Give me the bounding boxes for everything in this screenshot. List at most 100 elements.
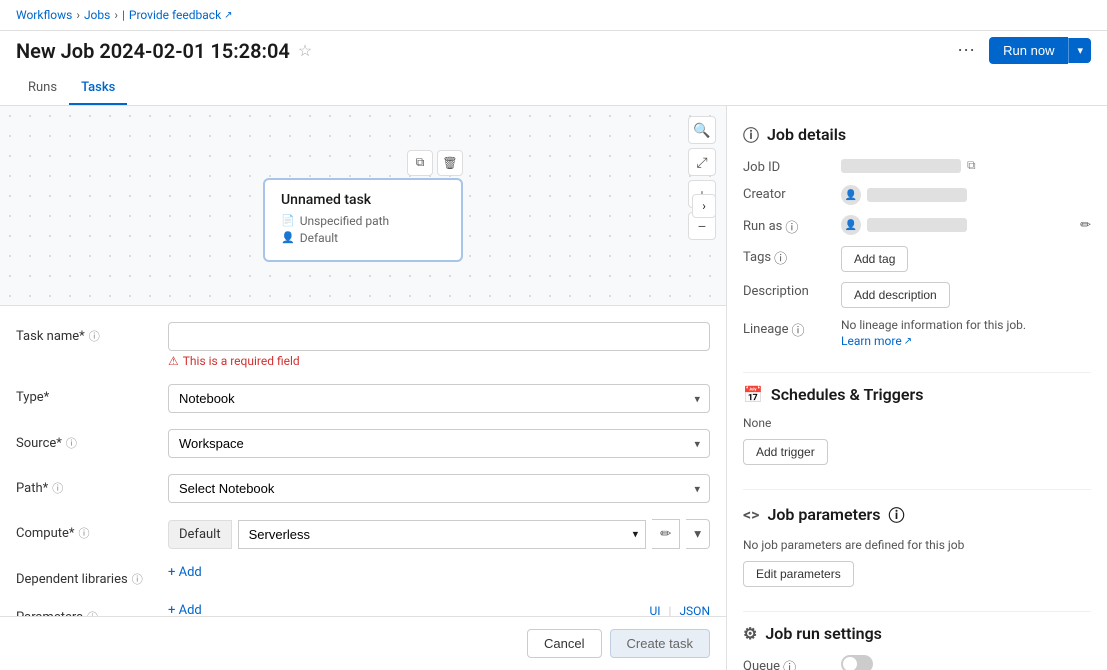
compute-info-icon[interactable]: ⓘ [79, 525, 90, 541]
breadcrumb: Workflows › Jobs › | Provide feedback [16, 8, 233, 22]
compute-select-wrapper: Serverless ▾ [238, 520, 647, 549]
fit-canvas-button[interactable]: ⤢ [688, 148, 716, 176]
compute-row: Compute* ⓘ Default Serverless ▾ [16, 519, 710, 549]
run-as-info-icon[interactable]: ⓘ [785, 217, 798, 236]
type-select[interactable]: Notebook [168, 384, 710, 413]
main-content: ⧉ 🗑 Unnamed task 📄 Unspecified path 👤 De… [0, 106, 1107, 670]
parameters-row: Parameters ⓘ + Add UI | JSON [16, 603, 710, 616]
path-row: Path* ⓘ Select Notebook ▾ [16, 474, 710, 503]
type-control: Notebook ▾ [168, 384, 710, 413]
canvas-controls: 🔍 ⤢ + − [688, 116, 716, 240]
source-select[interactable]: Workspace [168, 429, 710, 458]
job-params-info-icon[interactable]: ⓘ [889, 502, 905, 526]
learn-more-link[interactable]: Learn more [841, 334, 912, 348]
tab-runs[interactable]: Runs [16, 72, 69, 105]
feedback-link[interactable]: Provide feedback [129, 8, 233, 22]
tags-label: Tags ⓘ [743, 246, 833, 267]
add-tag-button[interactable]: Add tag [841, 246, 908, 272]
tab-tasks[interactable]: Tasks [69, 72, 127, 105]
compute-edit-button[interactable]: ✏ [652, 519, 680, 549]
path-icon: 📄 [281, 214, 295, 227]
copy-task-button[interactable]: ⧉ [407, 150, 433, 176]
add-description-button[interactable]: Add description [841, 282, 950, 308]
run-now-button[interactable]: Run now [989, 37, 1068, 64]
cancel-button[interactable]: Cancel [527, 629, 601, 658]
lineage-label: Lineage ⓘ [743, 318, 833, 339]
compute-label: Compute* ⓘ [16, 519, 156, 541]
queue-info-icon[interactable]: ⓘ [783, 657, 796, 670]
no-params-text: No job parameters are defined for this j… [743, 538, 1091, 553]
params-ui-link[interactable]: UI [649, 604, 660, 617]
cluster-icon: 👤 [281, 231, 295, 244]
add-dependent-libs-link[interactable]: + Add [168, 565, 710, 580]
top-bar: Workflows › Jobs › | Provide feedback [0, 0, 1107, 31]
description-value: Add description [841, 282, 1091, 308]
params-links: UI | JSON [649, 604, 710, 617]
source-row: Source* ⓘ Workspace ▾ [16, 429, 710, 458]
title-actions: ⋯ Run now ▾ [951, 37, 1091, 64]
copy-id-icon[interactable]: ⧉ [967, 158, 976, 173]
parameters-control: + Add UI | JSON [168, 603, 710, 616]
task-card[interactable]: Unnamed task 📄 Unspecified path 👤 Defaul… [263, 178, 463, 262]
compute-control: Default Serverless ▾ ✏ ▾ [168, 519, 710, 549]
task-card-actions: ⧉ 🗑 [263, 150, 463, 176]
more-button[interactable]: ⋯ [951, 38, 981, 63]
task-card-path: 📄 Unspecified path [281, 214, 445, 228]
compute-caret-button[interactable]: ▾ [686, 519, 710, 549]
left-panel: ⧉ 🗑 Unnamed task 📄 Unspecified path 👤 De… [0, 106, 727, 670]
search-canvas-button[interactable]: 🔍 [688, 116, 716, 144]
path-select-wrapper: Select Notebook ▾ [168, 474, 710, 503]
task-name-row: Task name* ⓘ ⚠ This is a required field [16, 322, 710, 368]
delete-task-button[interactable]: 🗑 [437, 150, 463, 176]
add-trigger-button[interactable]: Add trigger [743, 439, 828, 465]
add-parameters-link[interactable]: + Add [168, 603, 202, 616]
compute-select[interactable]: Serverless [238, 520, 647, 549]
creator-placeholder [867, 188, 967, 202]
tabs-bar: Runs Tasks [0, 72, 1107, 106]
task-name-label: Task name* ⓘ [16, 322, 156, 344]
queue-toggle-switch[interactable] [841, 655, 873, 670]
dependent-libs-control: + Add [168, 565, 710, 580]
parameters-info-icon[interactable]: ⓘ [87, 609, 98, 616]
path-select[interactable]: Select Notebook [168, 474, 710, 503]
path-label: Path* ⓘ [16, 474, 156, 496]
title-bar: New Job 2024-02-01 15:28:04 ☆ ⋯ Run now … [0, 31, 1107, 72]
run-as-edit-icon[interactable]: ✏ [1080, 218, 1091, 233]
error-icon: ⚠ [168, 354, 179, 368]
create-task-button[interactable]: Create task [610, 629, 710, 658]
edit-parameters-button[interactable]: Edit parameters [743, 561, 854, 587]
collapse-panel-button[interactable]: › [692, 194, 716, 218]
job-parameters-title: <> Job parameters ⓘ [743, 502, 1091, 526]
form-actions: Cancel Create task [0, 616, 726, 670]
lineage-info-icon[interactable]: ⓘ [792, 320, 805, 339]
run-now-caret-button[interactable]: ▾ [1068, 38, 1091, 63]
dependent-libs-label: Dependent libraries ⓘ [16, 565, 156, 587]
code-icon: <> [743, 505, 759, 524]
toggle-knob [843, 657, 857, 670]
star-icon[interactable]: ☆ [298, 41, 312, 60]
creator-row: Creator 👤 [743, 185, 1091, 205]
run-now-group: Run now ▾ [989, 37, 1091, 64]
task-name-input[interactable] [168, 322, 710, 351]
breadcrumb-workflows[interactable]: Workflows [16, 8, 72, 22]
type-label: Type* [16, 384, 156, 405]
task-name-error: ⚠ This is a required field [168, 354, 710, 368]
task-name-info-icon[interactable]: ⓘ [89, 328, 100, 344]
parameters-label: Parameters ⓘ [16, 603, 156, 616]
breadcrumb-jobs[interactable]: Jobs [84, 8, 110, 22]
schedules-title: 📅 Schedules & Triggers [743, 385, 1091, 404]
calendar-icon: 📅 [743, 385, 763, 404]
dependent-libs-info-icon[interactable]: ⓘ [132, 571, 143, 587]
source-control: Workspace ▾ [168, 429, 710, 458]
path-info-icon[interactable]: ⓘ [52, 480, 63, 496]
divider-3 [743, 611, 1091, 612]
params-json-link[interactable]: JSON [679, 604, 710, 617]
compute-row-inner: Default Serverless ▾ ✏ ▾ [168, 519, 710, 549]
source-label: Source* ⓘ [16, 429, 156, 451]
page-title: New Job 2024-02-01 15:28:04 [16, 39, 290, 63]
lineage-row: Lineage ⓘ No lineage information for thi… [743, 318, 1091, 348]
source-info-icon[interactable]: ⓘ [66, 435, 77, 451]
job-details-icon: ⓘ [743, 122, 759, 146]
job-id-value: ⧉ [841, 158, 1091, 173]
tags-info-icon[interactable]: ⓘ [774, 248, 787, 267]
